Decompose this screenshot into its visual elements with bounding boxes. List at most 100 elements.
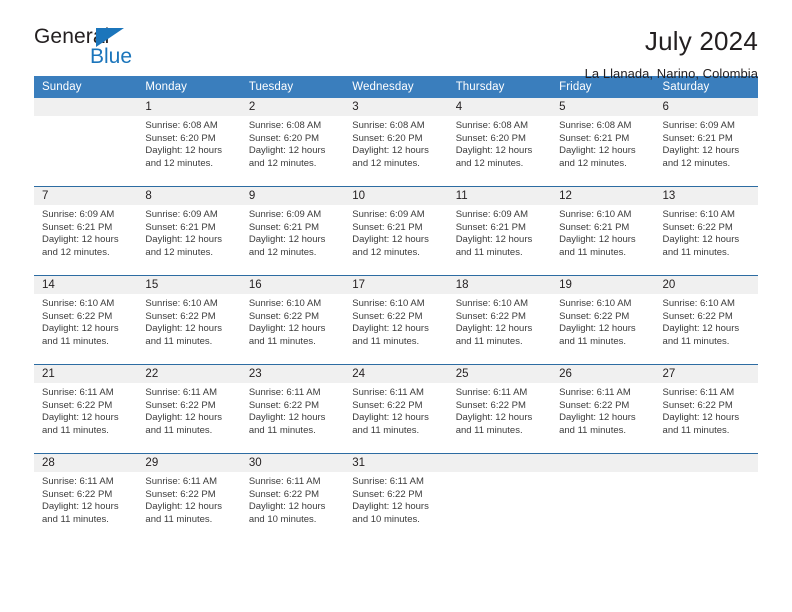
daylight-text: Daylight: 12 hours and 11 minutes. xyxy=(248,412,326,436)
sunrise-text: Sunrise: 6:10 AM xyxy=(662,298,735,309)
day-cell[interactable]: 2 Sunrise: 6:08 AM Sunset: 6:20 PM Daylight… xyxy=(240,98,345,187)
sunrise-text: Sunrise: 6:10 AM xyxy=(455,298,529,309)
daylight-text: Daylight: 12 hours and 11 minutes. xyxy=(662,323,740,347)
day-cell[interactable]: 15 Sunrise: 6:10 AM Sunset: 6:22 PM Dayligh… xyxy=(137,275,241,365)
day-cell[interactable]: 13 Sunrise: 6:10 AM Sunset: 6:22 PM Dayligh… xyxy=(654,186,758,276)
day-cell[interactable]: 16 Sunrise: 6:10 AM Sunset: 6:22 PM Dayligh… xyxy=(240,275,345,365)
day-cell[interactable]: 1 Sunrise: 6:08 AM Sunset: 6:20 PM Daylight… xyxy=(137,98,241,187)
daylight-text: Daylight: 12 hours and 12 minutes. xyxy=(662,145,740,169)
day-number: 9 xyxy=(240,187,345,205)
sunset-text: Sunset: 6:22 PM xyxy=(455,399,526,411)
day-cell[interactable]: 26 Sunrise: 6:11 AM Sunset: 6:22 PM Dayligh… xyxy=(551,364,655,454)
day-number: 7 xyxy=(34,187,138,205)
sunset-text: Sunset: 6:20 PM xyxy=(455,132,526,144)
day-cell[interactable] xyxy=(34,98,138,187)
sunset-text: Sunset: 6:22 PM xyxy=(145,399,216,411)
sunset-text: Sunset: 6:21 PM xyxy=(42,221,113,233)
day-cell[interactable]: 29 Sunrise: 6:11 AM Sunset: 6:22 PM Dayligh… xyxy=(137,453,241,542)
page-header: General Blue July 2024 La Llanada, Narin… xyxy=(34,0,758,81)
day-cell[interactable]: 23 Sunrise: 6:11 AM Sunset: 6:22 PM Dayligh… xyxy=(240,364,345,454)
daylight-text: Daylight: 12 hours and 11 minutes. xyxy=(455,412,533,436)
daylight-text: Daylight: 12 hours and 12 minutes. xyxy=(248,145,326,169)
day-number: 15 xyxy=(137,276,241,294)
day-cell[interactable]: 6 Sunrise: 6:09 AM Sunset: 6:21 PM Daylight… xyxy=(654,98,758,187)
title-block: July 2024 La Llanada, Narino, Colombia xyxy=(164,26,758,81)
sunset-text: Sunset: 6:22 PM xyxy=(248,310,320,322)
day-cell[interactable]: 28 Sunrise: 6:11 AM Sunset: 6:22 PM Dayligh… xyxy=(34,453,138,542)
sunset-text: Sunset: 6:22 PM xyxy=(352,399,423,411)
location-subtitle: La Llanada, Narino, Colombia xyxy=(584,66,758,82)
day-cell[interactable]: 4 Sunrise: 6:08 AM Sunset: 6:20 PM Daylight… xyxy=(447,98,552,187)
daylight-text: Daylight: 12 hours and 11 minutes. xyxy=(145,501,222,525)
day-cell[interactable]: 7 Sunrise: 6:09 AM Sunset: 6:21 PM Daylight… xyxy=(34,186,138,276)
sunrise-text: Sunrise: 6:08 AM xyxy=(145,120,218,131)
sunrise-text: Sunrise: 6:11 AM xyxy=(248,476,321,487)
day-number: 19 xyxy=(551,276,655,294)
day-cell[interactable]: 17 Sunrise: 6:10 AM Sunset: 6:22 PM Dayligh… xyxy=(344,275,448,365)
daylight-text: Daylight: 12 hours and 10 minutes. xyxy=(352,501,429,525)
sunrise-text: Sunrise: 6:11 AM xyxy=(248,387,321,398)
day-cell[interactable]: 11 Sunrise: 6:09 AM Sunset: 6:21 PM Dayligh… xyxy=(447,186,552,276)
sunset-text: Sunset: 6:22 PM xyxy=(42,310,113,322)
daylight-text: Daylight: 12 hours and 12 minutes. xyxy=(559,145,636,169)
sunset-text: Sunset: 6:22 PM xyxy=(145,310,216,322)
sunrise-text: Sunrise: 6:10 AM xyxy=(42,298,115,309)
day-cell[interactable]: 25 Sunrise: 6:11 AM Sunset: 6:22 PM Dayligh… xyxy=(447,364,552,454)
sunset-text: Sunset: 6:21 PM xyxy=(559,221,630,233)
day-cell[interactable]: 30 Sunrise: 6:11 AM Sunset: 6:22 PM Dayligh… xyxy=(240,453,345,542)
sunrise-sunset-calendar: Sunday Monday Tuesday Wednesday Thursday… xyxy=(34,76,758,542)
day-cell[interactable]: 14 Sunrise: 6:10 AM Sunset: 6:22 PM Dayligh… xyxy=(34,275,138,365)
day-cell[interactable]: 24 Sunrise: 6:11 AM Sunset: 6:22 PM Dayligh… xyxy=(344,364,448,454)
day-cell[interactable]: 22 Sunrise: 6:11 AM Sunset: 6:22 PM Dayligh… xyxy=(137,364,241,454)
day-cell[interactable]: 21 Sunrise: 6:11 AM Sunset: 6:22 PM Dayligh… xyxy=(34,364,138,454)
day-number: 21 xyxy=(34,365,138,383)
day-cell[interactable]: 8 Sunrise: 6:09 AM Sunset: 6:21 PM Daylight… xyxy=(137,186,241,276)
daylight-text: Daylight: 12 hours and 11 minutes. xyxy=(42,412,119,436)
sunrise-text: Sunrise: 6:10 AM xyxy=(559,209,632,220)
sunrise-text: Sunrise: 6:11 AM xyxy=(352,387,424,398)
day-number: 25 xyxy=(447,365,552,383)
calendar-week-row: 21 Sunrise: 6:11 AM Sunset: 6:22 PM Dayligh… xyxy=(34,364,758,454)
sunrise-text: Sunrise: 6:08 AM xyxy=(248,120,322,131)
sunrise-text: Sunrise: 6:08 AM xyxy=(455,120,529,131)
day-cell[interactable] xyxy=(551,453,655,542)
day-number: 8 xyxy=(137,187,241,205)
day-number: 14 xyxy=(34,276,138,294)
day-cell[interactable]: 3 Sunrise: 6:08 AM Sunset: 6:20 PM Daylight… xyxy=(344,98,448,187)
sunset-text: Sunset: 6:22 PM xyxy=(559,310,630,322)
daylight-text: Daylight: 12 hours and 11 minutes. xyxy=(42,501,119,525)
calendar-week-row: 1 Sunrise: 6:08 AM Sunset: 6:20 PM Daylight… xyxy=(34,98,758,187)
day-cell[interactable]: 19 Sunrise: 6:10 AM Sunset: 6:22 PM Dayligh… xyxy=(551,275,655,365)
daylight-text: Daylight: 12 hours and 11 minutes. xyxy=(145,323,222,347)
sunrise-text: Sunrise: 6:10 AM xyxy=(662,209,735,220)
day-cell[interactable]: 10 Sunrise: 6:09 AM Sunset: 6:21 PM Dayligh… xyxy=(344,186,448,276)
day-cell[interactable]: 12 Sunrise: 6:10 AM Sunset: 6:21 PM Dayligh… xyxy=(551,186,655,276)
sunrise-text: Sunrise: 6:10 AM xyxy=(248,298,322,309)
sunset-text: Sunset: 6:22 PM xyxy=(559,399,630,411)
calendar-week-row: 14 Sunrise: 6:10 AM Sunset: 6:22 PM Dayligh… xyxy=(34,275,758,365)
daylight-text: Daylight: 12 hours and 12 minutes. xyxy=(455,145,533,169)
general-blue-logo: General Blue xyxy=(34,26,164,78)
day-number: 30 xyxy=(240,454,345,472)
day-cell[interactable]: 18 Sunrise: 6:10 AM Sunset: 6:22 PM Dayligh… xyxy=(447,275,552,365)
day-cell[interactable] xyxy=(654,453,758,542)
sunset-text: Sunset: 6:21 PM xyxy=(248,221,320,233)
logo-text-blue: Blue xyxy=(90,45,133,68)
day-cell[interactable] xyxy=(447,453,552,542)
daylight-text: Daylight: 12 hours and 11 minutes. xyxy=(352,412,429,436)
day-number: 11 xyxy=(447,187,552,205)
daylight-text: Daylight: 12 hours and 12 minutes. xyxy=(42,234,119,258)
sunrise-text: Sunrise: 6:09 AM xyxy=(455,209,529,220)
sunrise-text: Sunrise: 6:11 AM xyxy=(662,387,735,398)
sunset-text: Sunset: 6:22 PM xyxy=(662,399,733,411)
day-cell[interactable]: 9 Sunrise: 6:09 AM Sunset: 6:21 PM Daylight… xyxy=(240,186,345,276)
day-number: 29 xyxy=(137,454,241,472)
sunrise-text: Sunrise: 6:08 AM xyxy=(352,120,425,131)
day-number: 4 xyxy=(447,98,552,116)
day-cell[interactable]: 27 Sunrise: 6:11 AM Sunset: 6:22 PM Dayligh… xyxy=(654,364,758,454)
day-cell[interactable]: 31 Sunrise: 6:11 AM Sunset: 6:22 PM Dayligh… xyxy=(344,453,448,542)
sunset-text: Sunset: 6:20 PM xyxy=(248,132,320,144)
day-cell[interactable]: 5 Sunrise: 6:08 AM Sunset: 6:21 PM Daylight… xyxy=(551,98,655,187)
daylight-text: Daylight: 12 hours and 11 minutes. xyxy=(559,323,636,347)
day-cell[interactable]: 20 Sunrise: 6:10 AM Sunset: 6:22 PM Dayligh… xyxy=(654,275,758,365)
